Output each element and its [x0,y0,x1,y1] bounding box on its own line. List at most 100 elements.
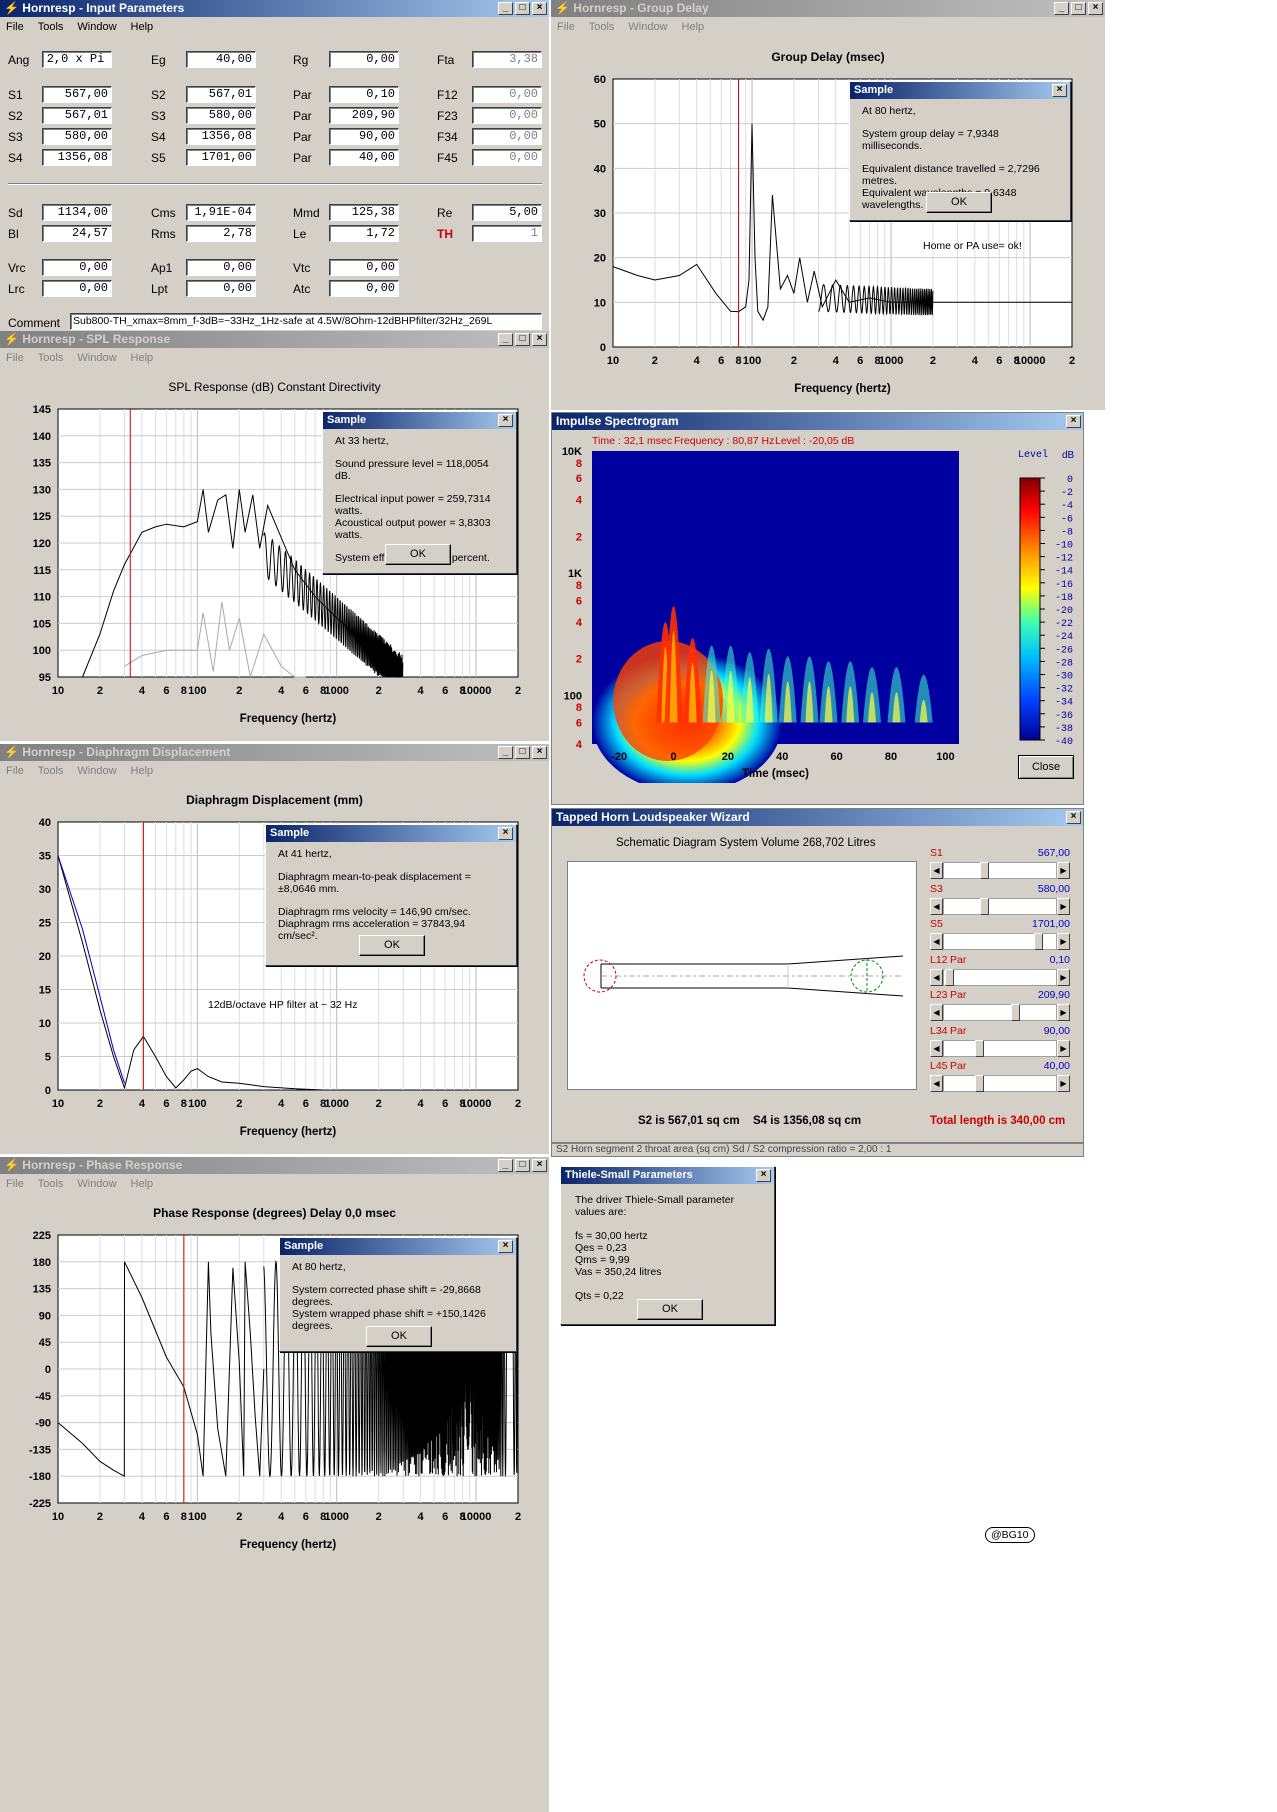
arrow-left-icon[interactable]: ◀ [930,1039,943,1057]
maximize-icon[interactable]: □ [1071,2,1086,15]
arrow-right-icon[interactable]: ▶ [1057,1075,1070,1092]
close-button[interactable]: Close [1018,755,1074,779]
param-field-par[interactable]: 40,00 [329,149,399,166]
arrow-left-icon[interactable]: ◀ [930,897,943,915]
param-field-eg[interactable]: 40,00 [186,51,256,68]
param-field-s4[interactable]: 1356,08 [186,128,256,145]
menu-help[interactable]: Help [131,1178,154,1190]
param-field-vtc[interactable]: 0,00 [329,259,399,276]
input-window-titlebar[interactable]: ⚡ Hornresp - Input Parameters _ □ × [0,0,549,17]
slider-thumb[interactable] [945,968,954,986]
minimize-icon[interactable]: _ [498,1159,513,1172]
menu-help[interactable]: Help [131,765,154,777]
param-field-s1[interactable]: 567,00 [42,86,112,103]
param-field-f34[interactable]: 0,00 [472,128,542,145]
gd-titlebar[interactable]: ⚡ Hornresp - Group Delay _ □ × [551,0,1105,17]
ok-button[interactable]: OK [637,1299,703,1320]
param-field-s2[interactable]: 567,01 [186,86,256,103]
arrow-left-icon[interactable]: ◀ [930,968,943,986]
param-field-s3[interactable]: 580,00 [42,128,112,145]
slider-thumb[interactable] [1034,933,1043,950]
slider-thumb[interactable] [980,897,989,915]
param-field-f12[interactable]: 0,00 [472,86,542,103]
arrow-right-icon[interactable]: ▶ [1057,968,1070,986]
close-icon[interactable]: × [1052,84,1067,97]
arrow-right-icon[interactable]: ▶ [1057,1039,1070,1057]
slider-s1[interactable]: ◀ ▶ [930,862,1070,879]
slider-thumb[interactable] [980,862,989,879]
minimize-icon[interactable]: _ [1054,2,1069,15]
slider-track[interactable] [943,897,1057,915]
slider-track[interactable] [943,1039,1057,1057]
close-icon[interactable]: × [1088,2,1103,15]
arrow-left-icon[interactable]: ◀ [930,1004,943,1021]
menu-file[interactable]: File [557,21,575,33]
close-icon[interactable]: × [532,333,547,346]
slider-thumb[interactable] [975,1075,984,1092]
menu-help[interactable]: Help [131,21,154,33]
ok-button[interactable]: OK [385,544,451,565]
close-icon[interactable]: × [498,1240,513,1253]
param-field-bl[interactable]: 24,57 [42,225,112,242]
slider-s3[interactable]: ◀ ▶ [930,897,1070,915]
disp-titlebar[interactable]: ⚡ Hornresp - Diaphragm Displacement _ □ × [0,744,549,761]
param-field-fta[interactable]: 3,38 [472,51,542,68]
slider-thumb[interactable] [975,1039,984,1057]
param-field-f45[interactable]: 0,00 [472,149,542,166]
arrow-left-icon[interactable]: ◀ [930,1075,943,1092]
param-field-ap1[interactable]: 0,00 [186,259,256,276]
param-field-par[interactable]: 209,90 [329,107,399,124]
close-icon[interactable]: × [498,414,513,427]
arrow-left-icon[interactable]: ◀ [930,862,943,879]
slider-track[interactable] [943,1075,1057,1092]
param-field-s4[interactable]: 1356,08 [42,149,112,166]
close-icon[interactable]: × [1066,811,1081,824]
minimize-icon[interactable]: _ [498,333,513,346]
menu-window[interactable]: Window [77,21,116,33]
menu-file[interactable]: File [6,352,24,364]
ok-button[interactable]: OK [926,192,992,213]
slider-track[interactable] [943,968,1057,986]
slider-s5[interactable]: ◀ ▶ [930,933,1070,950]
menu-help[interactable]: Help [131,352,154,364]
menu-window[interactable]: Window [77,352,116,364]
comment-field[interactable]: Sub800-TH_xmax=8mm_f-3dB=~33Hz_1Hz-safe … [70,313,542,330]
slider-l34[interactable]: ◀ ▶ [930,1039,1070,1057]
slider-l12[interactable]: ◀ ▶ [930,968,1070,986]
param-field-mmd[interactable]: 125,38 [329,204,399,221]
maximize-icon[interactable]: □ [515,1159,530,1172]
slider-l23[interactable]: ◀ ▶ [930,1004,1070,1021]
arrow-right-icon[interactable]: ▶ [1057,933,1070,950]
param-field-f23[interactable]: 0,00 [472,107,542,124]
param-field-lpt[interactable]: 0,00 [186,280,256,297]
param-field-s3[interactable]: 580,00 [186,107,256,124]
close-icon[interactable]: × [498,827,513,840]
maximize-icon[interactable]: □ [515,746,530,759]
close-icon[interactable]: × [532,746,547,759]
menu-file[interactable]: File [6,765,24,777]
arrow-left-icon[interactable]: ◀ [930,933,943,950]
param-field-cms[interactable]: 1,91E-04 [186,204,256,221]
maximize-icon[interactable]: □ [515,2,530,15]
menu-help[interactable]: Help [682,21,705,33]
param-field-rms[interactable]: 2,78 [186,225,256,242]
menu-tools[interactable]: Tools [38,765,64,777]
param-field-sd[interactable]: 1134,00 [42,204,112,221]
ok-button[interactable]: OK [366,1326,432,1347]
param-field-vrc[interactable]: 0,00 [42,259,112,276]
param-field-lrc[interactable]: 0,00 [42,280,112,297]
menu-window[interactable]: Window [77,765,116,777]
param-field-th[interactable]: 1 [472,225,542,242]
param-field-s2[interactable]: 567,01 [42,107,112,124]
ok-button[interactable]: OK [359,935,425,956]
minimize-icon[interactable]: _ [498,746,513,759]
arrow-right-icon[interactable]: ▶ [1057,897,1070,915]
maximize-icon[interactable]: □ [515,333,530,346]
slider-track[interactable] [943,862,1057,879]
arrow-right-icon[interactable]: ▶ [1057,1004,1070,1021]
arrow-right-icon[interactable]: ▶ [1057,862,1070,879]
menu-file[interactable]: File [6,21,24,33]
param-field-rg[interactable]: 0,00 [329,51,399,68]
spec-titlebar[interactable]: Impulse Spectrogram × [552,413,1083,430]
menu-tools[interactable]: Tools [38,352,64,364]
